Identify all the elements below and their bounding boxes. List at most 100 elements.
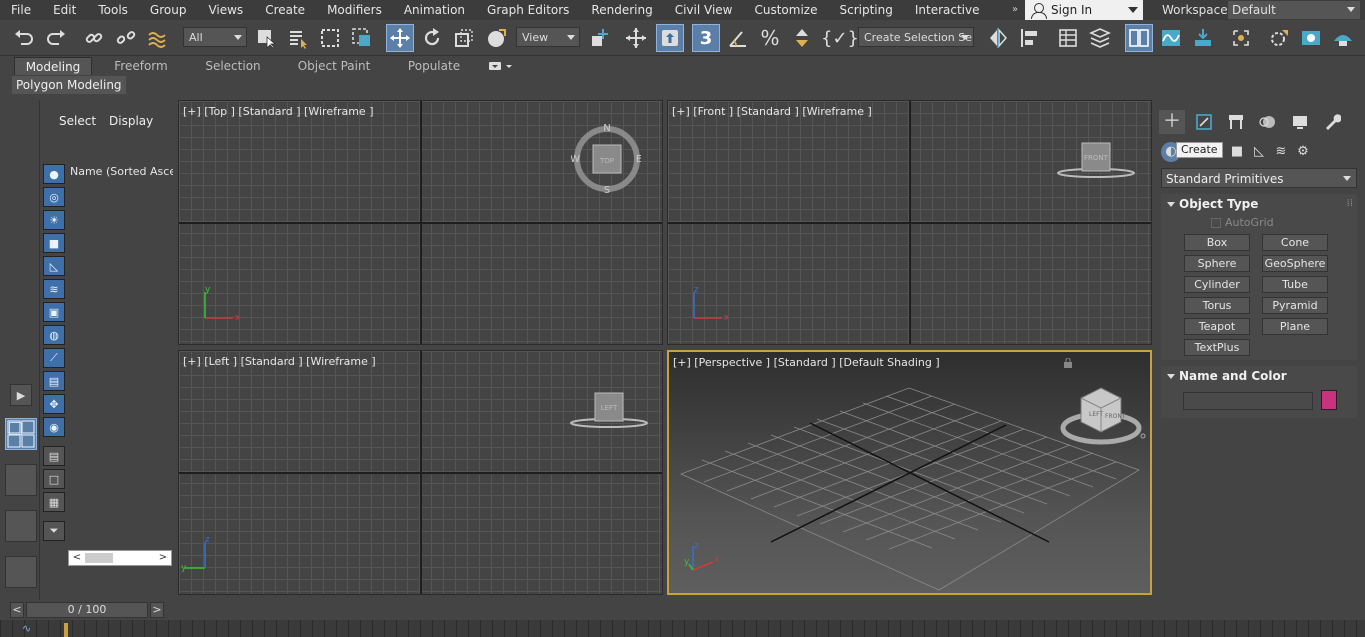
- time-slider-prev-button[interactable]: <: [10, 602, 24, 618]
- time-slider-next-button[interactable]: >: [150, 602, 164, 618]
- create-selection-set-select[interactable]: Create Selection Se: [858, 27, 974, 47]
- selection-filter-select[interactable]: All: [183, 27, 247, 47]
- select-and-rotate-icon[interactable]: [418, 24, 446, 52]
- layout-four-viewports[interactable]: [5, 418, 37, 450]
- align-icon[interactable]: [1016, 24, 1044, 52]
- menu-scripting[interactable]: Scripting: [828, 0, 903, 20]
- material-editor-icon[interactable]: [1227, 24, 1255, 52]
- name-and-color-header[interactable]: Name and Color: [1161, 366, 1357, 386]
- display-xrefs-icon[interactable]: ◍: [43, 325, 65, 345]
- ribbon-tab-freeform[interactable]: Freeform: [100, 57, 182, 75]
- time-slider[interactable]: 0 / 100: [26, 602, 148, 618]
- schematic-view-icon[interactable]: [1189, 24, 1217, 52]
- menu-views[interactable]: Views: [197, 0, 254, 20]
- rectangular-selection-icon[interactable]: [316, 24, 344, 52]
- autogrid-checkbox[interactable]: AutoGrid: [1211, 216, 1274, 229]
- filter-icon[interactable]: ⏷: [43, 521, 65, 541]
- reference-coordinate-select[interactable]: View: [516, 27, 580, 47]
- edit-named-selection-icon[interactable]: {✓}: [821, 24, 859, 52]
- pyramid-button[interactable]: Pyramid: [1262, 297, 1328, 314]
- display-geometry-icon[interactable]: ●: [43, 164, 65, 184]
- menu-create[interactable]: Create: [254, 0, 316, 20]
- viewcube-perspective-icon[interactable]: LEFT FRONT: [1057, 380, 1147, 450]
- viewport-top-label[interactable]: [+] [Top ] [Standard ] [Wireframe ]: [183, 105, 374, 118]
- lock-icon[interactable]: [1063, 358, 1073, 368]
- display-bones-icon[interactable]: ⟋: [43, 348, 65, 368]
- unlink-icon[interactable]: [112, 24, 140, 52]
- menu-customize[interactable]: Customize: [743, 0, 828, 20]
- plane-button[interactable]: Plane: [1262, 318, 1328, 335]
- menu-tools[interactable]: Tools: [87, 0, 139, 20]
- polygon-modeling-panel[interactable]: Polygon Modeling: [12, 76, 126, 94]
- spinner-snap-icon[interactable]: [788, 24, 816, 52]
- ribbon-tab-modeling[interactable]: Modeling: [14, 57, 92, 75]
- curve-icon[interactable]: ∿: [22, 622, 31, 635]
- display-cameras-icon[interactable]: ■: [43, 233, 65, 253]
- rendered-frame-window-icon[interactable]: [1297, 24, 1325, 52]
- layout-three-viewports[interactable]: [5, 556, 37, 588]
- systems-category-icon[interactable]: ⚙: [1293, 142, 1313, 162]
- link-icon[interactable]: [80, 24, 108, 52]
- undo-icon[interactable]: [10, 24, 38, 52]
- scroll-right-icon[interactable]: >: [156, 551, 170, 565]
- drag-handle-icon[interactable]: ⁞⁞: [1347, 194, 1353, 214]
- explorer-tab-select[interactable]: Select: [59, 114, 96, 128]
- create-tab-plus-icon[interactable]: ＋: [1159, 110, 1185, 134]
- display-none-icon[interactable]: □: [43, 469, 65, 489]
- percent-snap-icon[interactable]: %: [756, 24, 784, 52]
- menu-animation[interactable]: Animation: [393, 0, 476, 20]
- object-name-input[interactable]: [1183, 392, 1313, 410]
- select-by-name-icon[interactable]: [284, 24, 312, 52]
- display-space-warps-icon[interactable]: ≋: [43, 279, 65, 299]
- viewport-perspective[interactable]: [+] [Perspective ] [Standard ] [Default …: [667, 350, 1152, 595]
- object-color-swatch[interactable]: [1321, 390, 1337, 410]
- modify-tab-icon[interactable]: [1191, 110, 1217, 134]
- display-shapes-icon[interactable]: ◎: [43, 187, 65, 207]
- display-invert-icon[interactable]: ▦: [43, 492, 65, 512]
- viewcube-compass-icon[interactable]: TOP N S E W: [571, 119, 641, 195]
- box-button[interactable]: Box: [1184, 234, 1250, 251]
- select-and-place-icon[interactable]: [482, 24, 510, 52]
- menu-edit[interactable]: Edit: [42, 0, 87, 20]
- pivot-point-icon[interactable]: [586, 24, 614, 52]
- layout-two-viewports[interactable]: [5, 510, 37, 542]
- ribbon-tab-populate[interactable]: Populate: [392, 57, 476, 75]
- torus-button[interactable]: Torus: [1184, 297, 1250, 314]
- viewcube-front-icon[interactable]: FRONT: [1054, 137, 1138, 181]
- display-visible-icon[interactable]: ◉: [43, 417, 65, 437]
- object-type-header[interactable]: Object Type ⁞⁞: [1161, 194, 1357, 214]
- explorer-column-header[interactable]: Name (Sorted Ascenc: [68, 162, 173, 182]
- explorer-horizontal-scrollbar[interactable]: < >: [68, 550, 172, 566]
- scroll-thumb[interactable]: [85, 553, 113, 563]
- scene-explorer-toggle-icon[interactable]: [1054, 24, 1082, 52]
- utilities-tab-wrench-icon[interactable]: [1319, 110, 1345, 134]
- sphere-button[interactable]: Sphere: [1184, 255, 1250, 272]
- textplus-button[interactable]: TextPlus: [1184, 339, 1250, 356]
- hierarchy-tab-icon[interactable]: [1223, 110, 1249, 134]
- menu-overflow-button[interactable]: »: [1008, 0, 1022, 20]
- cylinder-button[interactable]: Cylinder: [1184, 276, 1250, 293]
- menu-civil-view[interactable]: Civil View: [664, 0, 744, 20]
- menu-modifiers[interactable]: Modifiers: [316, 0, 393, 20]
- menu-graph-editors[interactable]: Graph Editors: [476, 0, 580, 20]
- display-helpers-icon[interactable]: ◺: [43, 256, 65, 276]
- bind-space-warp-icon[interactable]: [144, 24, 172, 52]
- ribbon-toggle-icon[interactable]: [1125, 24, 1153, 52]
- teapot-button[interactable]: Teapot: [1184, 318, 1250, 335]
- viewport-front-label[interactable]: [+] [Front ] [Standard ] [Wireframe ]: [672, 105, 872, 118]
- window-crossing-icon[interactable]: [348, 24, 376, 52]
- helpers-category-icon[interactable]: ◺: [1249, 142, 1269, 162]
- render-production-icon[interactable]: [1329, 24, 1357, 52]
- menu-file[interactable]: File: [0, 0, 42, 20]
- display-lights-icon[interactable]: ☀: [43, 210, 65, 230]
- display-tab-icon[interactable]: [1287, 110, 1313, 134]
- menu-group[interactable]: Group: [139, 0, 198, 20]
- track-bar[interactable]: ∿: [0, 620, 1365, 637]
- cameras-category-icon[interactable]: ■: [1227, 142, 1247, 162]
- sign-in-dropdown[interactable]: Sign In: [1025, 0, 1143, 20]
- ribbon-tab-selection[interactable]: Selection: [190, 57, 276, 75]
- viewport-top[interactable]: [+] [Top ] [Standard ] [Wireframe ] TOP …: [178, 100, 663, 345]
- motion-tab-icon[interactable]: [1255, 110, 1281, 134]
- ribbon-options-icon[interactable]: [488, 60, 514, 72]
- select-and-scale-icon[interactable]: [450, 24, 478, 52]
